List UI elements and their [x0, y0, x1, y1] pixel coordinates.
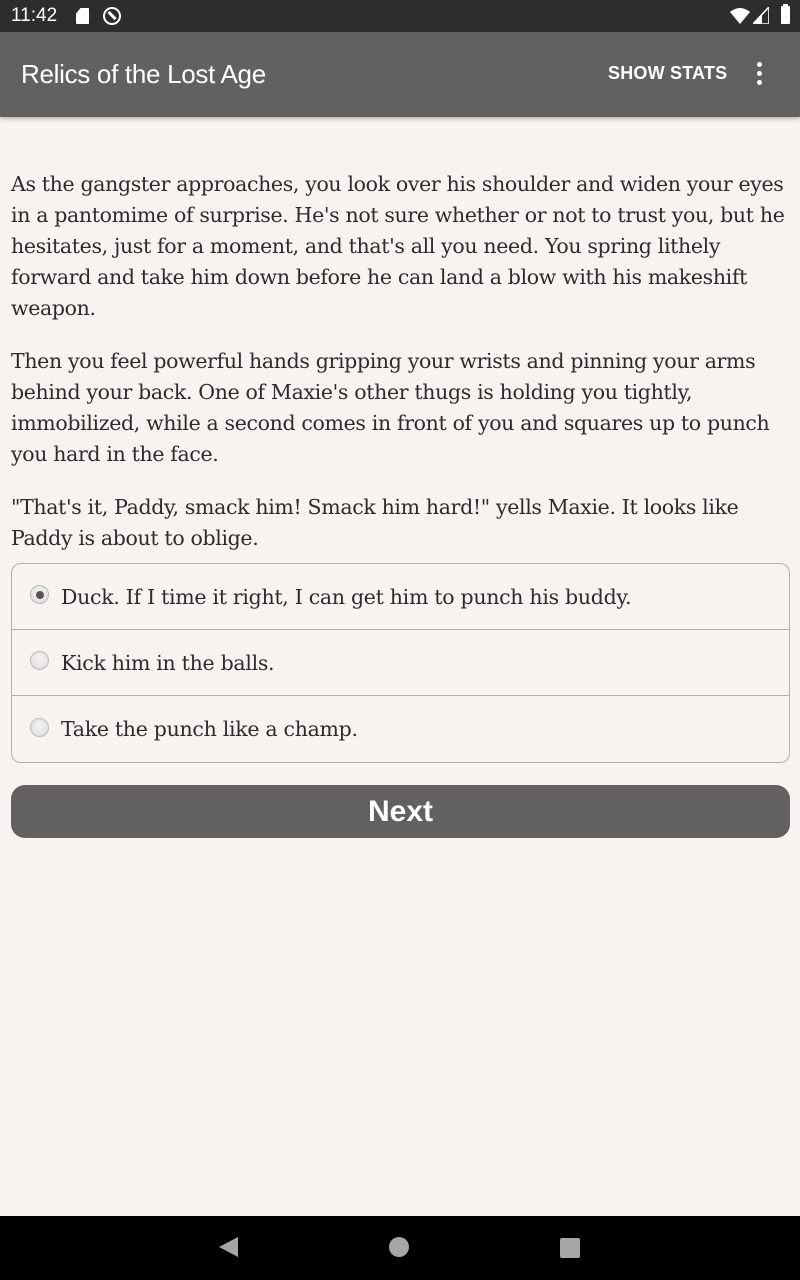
show-stats-button[interactable]: SHOW STATS: [608, 63, 727, 84]
wifi-icon: [730, 8, 750, 24]
sd-card-icon: [76, 8, 89, 24]
story-paragraph: Then you feel powerful hands gripping yo…: [11, 349, 770, 466]
app-title: Relics of the Lost Age: [21, 59, 266, 89]
story-paragraph: "That's it, Paddy, smack him! Smack him …: [11, 495, 739, 550]
next-button[interactable]: Next: [11, 785, 790, 838]
choice-label: Take the punch like a champ.: [61, 717, 358, 741]
sync-disabled-icon: [103, 7, 121, 25]
main-content: As the gangster approaches, you look ove…: [0, 117, 800, 838]
choice-option[interactable]: Duck. If I time it right, I can get him …: [12, 564, 789, 630]
choice-list: Duck. If I time it right, I can get him …: [11, 563, 790, 763]
battery-icon: [781, 4, 790, 24]
cell-signal-icon: [753, 7, 769, 24]
status-bar: 11:42: [0, 0, 800, 32]
status-time: 11:42: [11, 5, 58, 26]
more-vert-icon[interactable]: [752, 62, 768, 88]
radio-button[interactable]: [30, 651, 49, 670]
radio-button[interactable]: [30, 717, 49, 737]
app-bar: Relics of the Lost Age SHOW STATS: [0, 32, 800, 117]
back-icon[interactable]: [219, 1237, 238, 1257]
story-paragraph: As the gangster approaches, you look ove…: [11, 172, 785, 320]
choice-label: Kick him in the balls.: [61, 650, 275, 675]
story-text: As the gangster approaches, you look ove…: [11, 169, 789, 554]
recents-icon[interactable]: [560, 1238, 580, 1258]
radio-button-checked[interactable]: [30, 585, 49, 604]
choice-label: Duck. If I time it right, I can get him …: [61, 584, 632, 609]
choice-option[interactable]: Kick him in the balls.: [12, 630, 789, 696]
choice-option[interactable]: Take the punch like a champ.: [12, 696, 789, 762]
home-icon[interactable]: [389, 1237, 409, 1257]
